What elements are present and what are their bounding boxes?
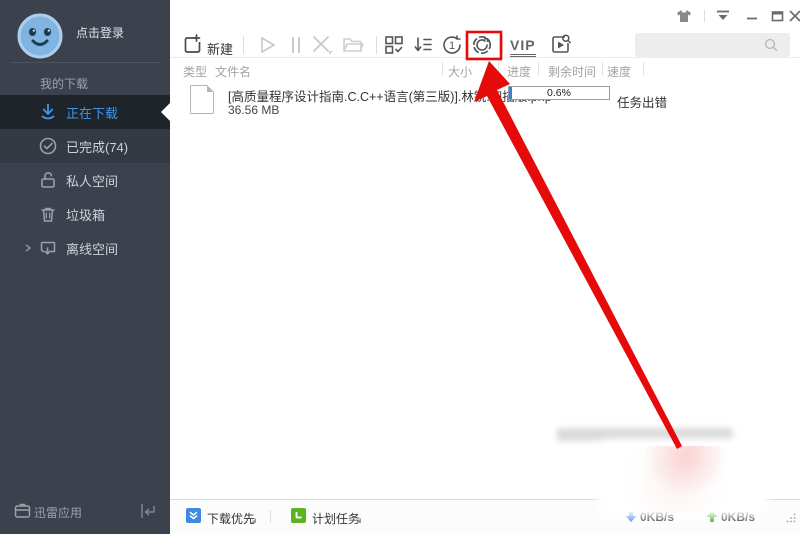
new-task-button[interactable] <box>181 33 205 57</box>
sidebar-item-downloading[interactable]: 正在下载 <box>0 95 170 129</box>
column-header-size[interactable]: 大小 <box>448 63 472 80</box>
chevron-right-icon[interactable] <box>24 244 32 252</box>
sort-list-icon <box>412 34 434 56</box>
grid-view-icon <box>383 34 405 56</box>
sidebar-item-offline-space[interactable]: 离线空间 <box>0 231 170 265</box>
pause-icon <box>288 35 304 55</box>
sidebar: 点击登录 我的下载 正在下载 已完成(74) 私人空间 <box>0 0 170 534</box>
sidebar-item-completed[interactable]: 已完成(74) <box>0 129 170 163</box>
table-header: 类型 文件名 大小 进度 剩余时间 速度 <box>170 57 800 81</box>
check-circle-icon <box>38 136 58 156</box>
play-icon <box>257 35 277 55</box>
download-first-icon <box>186 508 201 523</box>
progress-bar: 0.6% <box>508 86 610 100</box>
maximize-button[interactable] <box>768 8 786 24</box>
resize-grip[interactable] <box>786 513 796 523</box>
column-separator <box>498 62 499 76</box>
upload-speed: 0KB/s <box>721 510 755 524</box>
sidebar-section-header: 我的下载 <box>40 75 88 92</box>
xunlei-window: 点击登录 我的下载 正在下载 已完成(74) 私人空间 <box>0 0 800 534</box>
selected-item-notch <box>161 103 170 121</box>
download-arrow-icon <box>38 102 58 122</box>
scheduled-tasks-button[interactable]: 计划任务 <box>312 510 360 527</box>
grid-view-button[interactable] <box>382 33 406 57</box>
column-header-filename[interactable]: 文件名 <box>215 63 251 80</box>
minimize-button[interactable] <box>743 8 761 24</box>
progress-label: 0.6% <box>509 87 609 99</box>
toolbar-separator <box>376 36 377 54</box>
sidebar-item-private-space[interactable]: 私人空间 <box>0 163 170 197</box>
media-search-icon <box>549 33 573 57</box>
column-header-remaining[interactable]: 剩余时间 <box>548 63 596 80</box>
media-search-button[interactable] <box>549 33 573 57</box>
watermark-blur <box>557 428 733 441</box>
delete-icon <box>310 34 334 56</box>
sidebar-item-label: 私人空间 <box>66 171 118 190</box>
start-button[interactable] <box>255 33 279 57</box>
sidebar-item-label: 正在下载 <box>66 103 118 122</box>
open-folder-button[interactable] <box>341 33 365 57</box>
task-status: 任务出错 <box>617 92 667 111</box>
limit-one-button[interactable]: 1 <box>440 33 464 57</box>
task-size: 36.56 MB <box>228 103 279 117</box>
apps-icon <box>14 502 31 519</box>
close-button[interactable] <box>786 8 800 24</box>
sidebar-item-trash[interactable]: 垃圾箱 <box>0 197 170 231</box>
sort-list-button[interactable] <box>411 33 435 57</box>
trash-icon <box>38 204 58 224</box>
pause-button[interactable] <box>284 33 308 57</box>
column-header-progress[interactable]: 进度 <box>507 63 531 80</box>
search-input[interactable] <box>635 33 790 57</box>
collapse-sidebar-icon[interactable] <box>138 503 158 519</box>
watermark-box <box>603 446 763 512</box>
column-header-speed[interactable]: 速度 <box>607 63 631 80</box>
scheduled-tasks-dropdown[interactable] <box>356 518 361 523</box>
column-header-type[interactable]: 类型 <box>183 63 207 80</box>
chevron-menu-icon <box>716 10 730 22</box>
lock-icon <box>38 170 58 190</box>
window-separator <box>704 10 705 22</box>
download-speed: 0KB/s <box>640 510 674 524</box>
download-first-dropdown[interactable] <box>251 518 256 523</box>
limit-one-icon: 1 <box>441 34 463 56</box>
statusbar-separator <box>270 510 271 523</box>
column-separator <box>643 62 644 76</box>
main-menu-button[interactable] <box>714 8 732 24</box>
theme-button[interactable] <box>675 8 693 24</box>
scheduled-tasks-icon <box>291 508 306 523</box>
settings-gear-icon <box>470 33 494 57</box>
settings-gear-button[interactable] <box>470 33 494 57</box>
new-task-label[interactable]: 新建 <box>207 39 233 58</box>
xunlei-apps-button[interactable]: 迅雷应用 <box>34 504 82 521</box>
new-task-icon <box>182 34 204 56</box>
cloud-download-icon <box>38 238 58 258</box>
delete-button[interactable] <box>310 33 334 57</box>
column-separator <box>442 62 443 76</box>
file-type-icon <box>190 85 214 114</box>
toolbar-separator <box>243 36 244 54</box>
close-icon <box>789 10 800 22</box>
sidebar-item-label: 垃圾箱 <box>66 205 105 224</box>
sidebar-item-label: 已完成(74) <box>66 137 128 156</box>
shirt-icon <box>676 9 692 23</box>
open-folder-icon <box>341 35 365 55</box>
minimize-icon <box>746 10 758 22</box>
download-first-button[interactable]: 下载优先 <box>207 510 255 527</box>
svg-text:1: 1 <box>449 40 455 52</box>
sidebar-divider <box>10 62 160 63</box>
sidebar-item-label: 离线空间 <box>66 239 118 258</box>
toolbar-separator <box>502 36 503 54</box>
avatar[interactable] <box>16 12 64 60</box>
vip-button[interactable]: VIP <box>510 37 536 57</box>
login-link[interactable]: 点击登录 <box>76 24 124 41</box>
column-separator <box>538 62 539 76</box>
maximize-icon <box>771 10 784 22</box>
column-separator <box>602 62 603 76</box>
